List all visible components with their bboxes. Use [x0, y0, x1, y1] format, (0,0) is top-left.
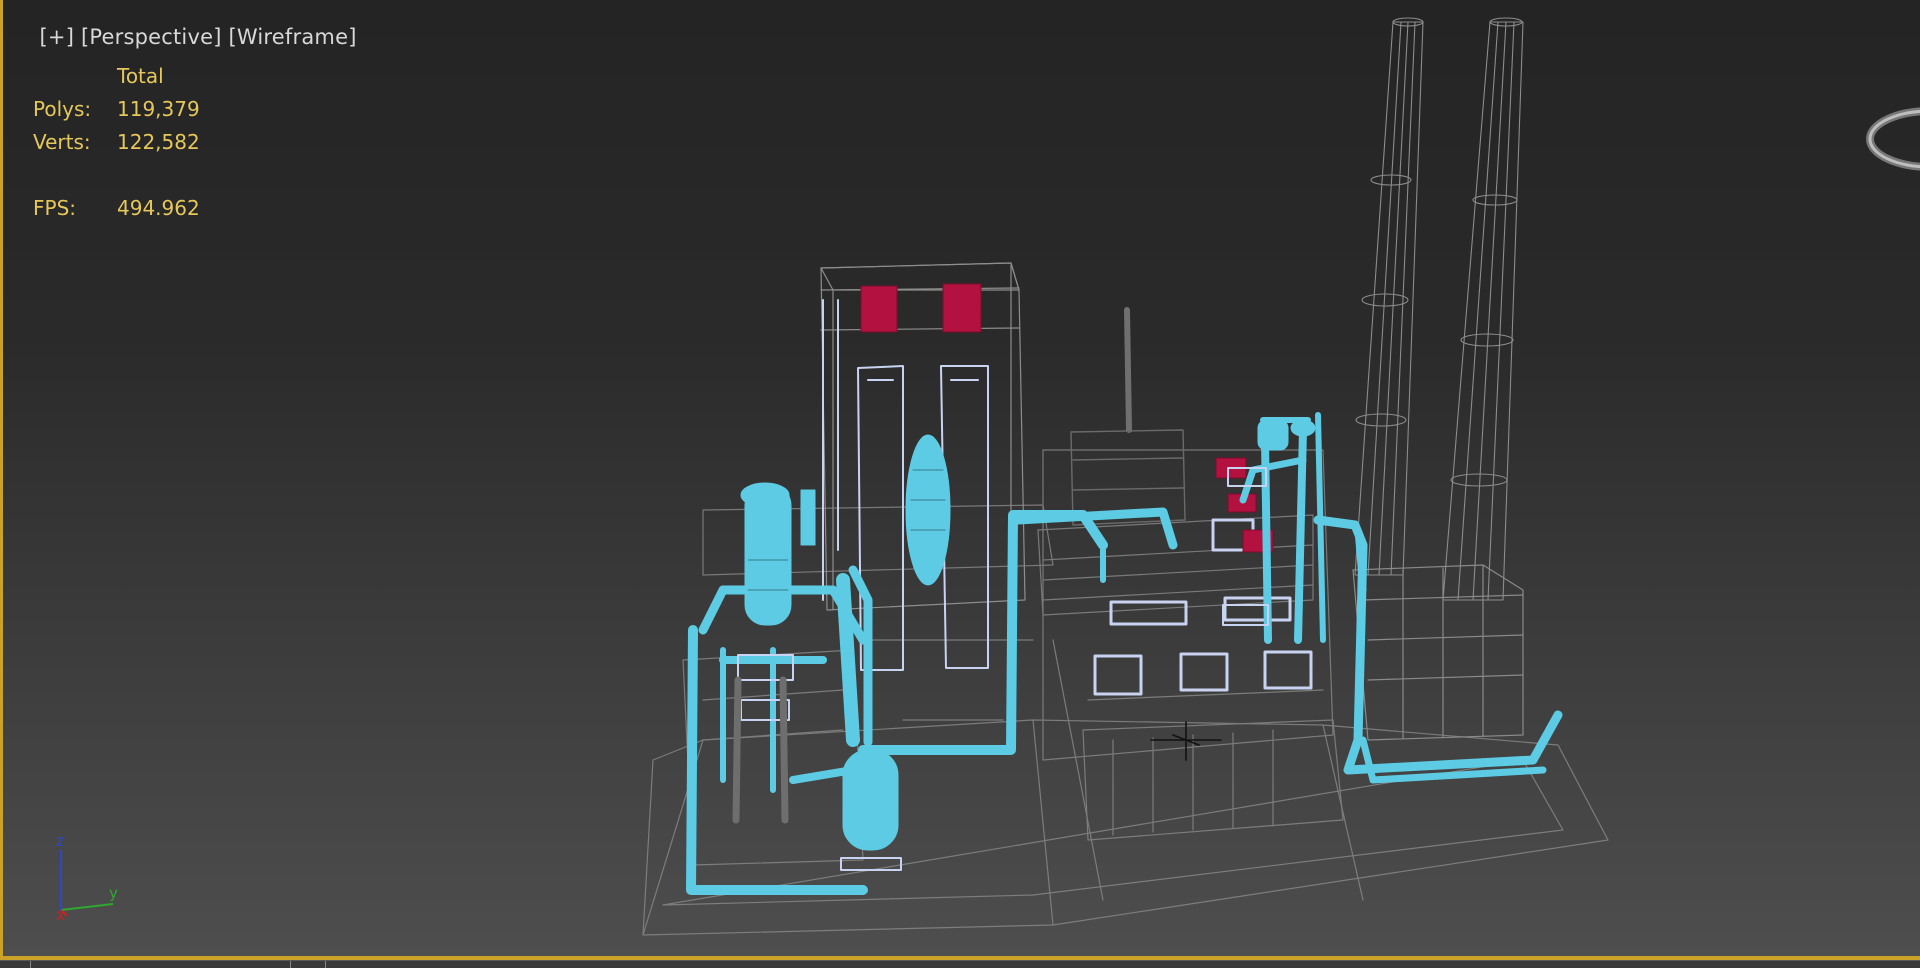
- chimney-left: [1354, 17, 1424, 576]
- stack-building: [1352, 564, 1524, 741]
- fps-label: FPS:: [33, 196, 76, 220]
- viewport-shading-menu[interactable]: [Wireframe]: [229, 25, 357, 49]
- verts-value: 122,582: [117, 130, 200, 154]
- verts-label: Verts:: [33, 130, 91, 154]
- equipment-boxes: [1093, 518, 1313, 696]
- chimney-right: [1442, 17, 1524, 601]
- axis-y-label: y: [109, 884, 118, 902]
- selected-pipework: [686, 412, 1563, 895]
- mid-stack: [1124, 307, 1132, 433]
- viewport-plus-menu[interactable]: [+]: [40, 25, 75, 49]
- stats-header: Total: [117, 64, 164, 88]
- viewport-view-menu[interactable]: [Perspective]: [81, 25, 222, 49]
- axis-z-label: z: [56, 832, 64, 850]
- wireframe-scene[interactable]: [3, 0, 1920, 960]
- perspective-viewport[interactable]: [+] [Perspective] [Wireframe] Total Poly…: [0, 0, 1920, 960]
- fps-value: 494.962: [117, 196, 200, 220]
- axis-tripod-icon: z y x: [56, 832, 118, 922]
- polys-label: Polys:: [33, 97, 92, 121]
- transform-gizmo-icon[interactable]: [1150, 721, 1222, 761]
- polys-value: 119,379: [117, 97, 200, 121]
- statistics-overlay: Total Polys: 119,379 Verts: 122,582 FPS: 49…: [33, 60, 200, 225]
- view-cube-icon[interactable]: [1860, 104, 1920, 174]
- small-light-frames: [737, 467, 1269, 871]
- axis-x-label: x: [56, 906, 65, 922]
